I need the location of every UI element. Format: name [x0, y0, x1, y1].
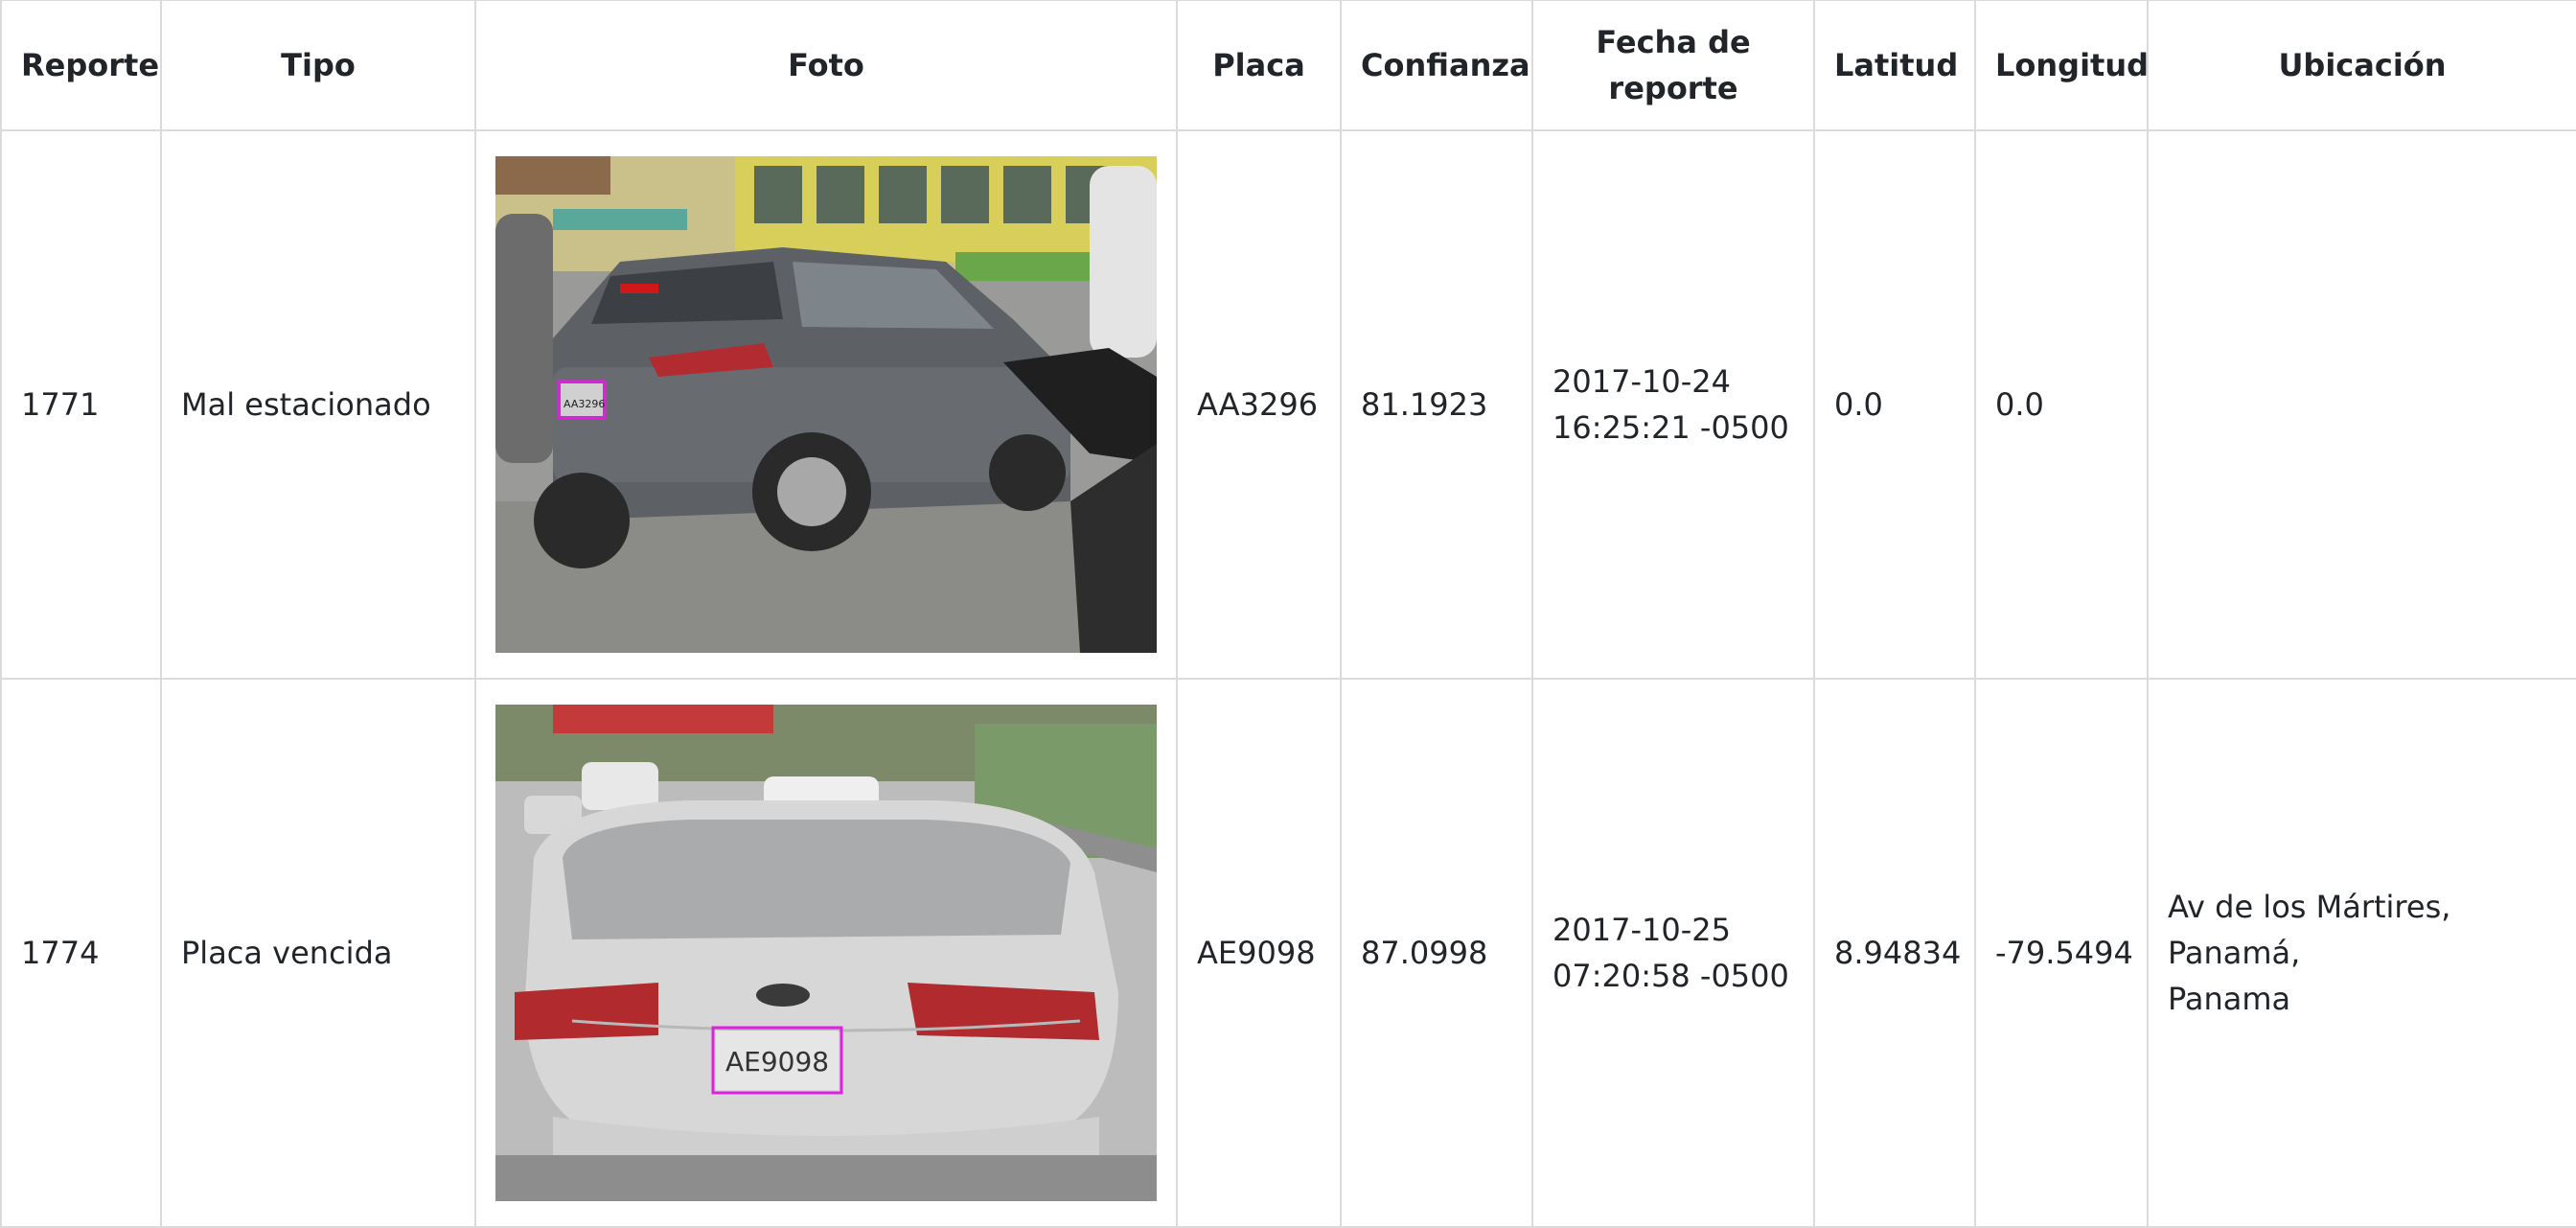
cell-placa: AE9098 [1176, 678, 1342, 1228]
cell-tipo: Placa vencida [160, 678, 476, 1228]
cell-latitud: 0.0 [1813, 129, 1976, 680]
header-fecha-line1: Fecha de [1596, 24, 1751, 60]
cell-latitud: 8.94834 [1813, 678, 1976, 1228]
cell-foto: AE9098 [474, 678, 1178, 1228]
header-placa: Placa [1176, 0, 1342, 131]
header-fecha: Fecha de reporte [1531, 0, 1815, 131]
cell-ubicacion: Av de los Mártires, Panamá, Panama [2147, 678, 2576, 1228]
cell-reporte: 1774 [0, 678, 162, 1228]
table-row: 1771 Mal estacionado AA3296 AA3296 81.19… [0, 129, 2576, 680]
header-row: Reporte Tipo Foto Placa Confianza Fecha … [0, 0, 2576, 131]
header-ubicacion: Ubicación [2147, 0, 2576, 131]
fecha-date: 2017-10-24 [1552, 363, 1731, 400]
table-row: 1774 Placa vencida AE9098 AE9098 87.0998… [0, 678, 2576, 1228]
header-tipo: Tipo [160, 0, 476, 131]
fecha-date: 2017-10-25 [1552, 912, 1731, 948]
cell-confianza: 87.0998 [1340, 678, 1533, 1228]
cell-fecha: 2017-10-25 07:20:58 -0500 [1531, 678, 1815, 1228]
white-sedan-photo[interactable]: AE9098 [495, 705, 1157, 1201]
cell-fecha: 2017-10-24 16:25:21 -0500 [1531, 129, 1815, 680]
cell-ubicacion [2147, 129, 2576, 680]
header-longitud: Longitud [1974, 0, 2149, 131]
cell-placa: AA3296 [1176, 129, 1342, 680]
header-foto: Foto [474, 0, 1178, 131]
cell-longitud: -79.5494 [1974, 678, 2149, 1228]
ubicacion-line1: Av de los Mártires, Panamá, [2168, 889, 2451, 971]
cell-tipo: Mal estacionado [160, 129, 476, 680]
cell-foto: AA3296 [474, 129, 1178, 680]
header-confianza: Confianza [1340, 0, 1533, 131]
gray-suv-photo[interactable]: AA3296 [495, 156, 1157, 653]
cell-reporte: 1771 [0, 129, 162, 680]
cell-confianza: 81.1923 [1340, 129, 1533, 680]
cell-longitud: 0.0 [1974, 129, 2149, 680]
reports-table: Reporte Tipo Foto Placa Confianza Fecha … [0, 0, 2576, 1228]
svg-text:AE9098: AE9098 [725, 1046, 829, 1077]
svg-text:AA3296: AA3296 [564, 398, 605, 410]
header-latitud: Latitud [1813, 0, 1976, 131]
header-fecha-line2: reporte [1608, 70, 1738, 106]
ubicacion-line2: Panama [2168, 981, 2291, 1017]
fecha-time: 07:20:58 -0500 [1552, 958, 1789, 994]
header-reporte: Reporte [0, 0, 162, 131]
fecha-time: 16:25:21 -0500 [1552, 409, 1789, 446]
